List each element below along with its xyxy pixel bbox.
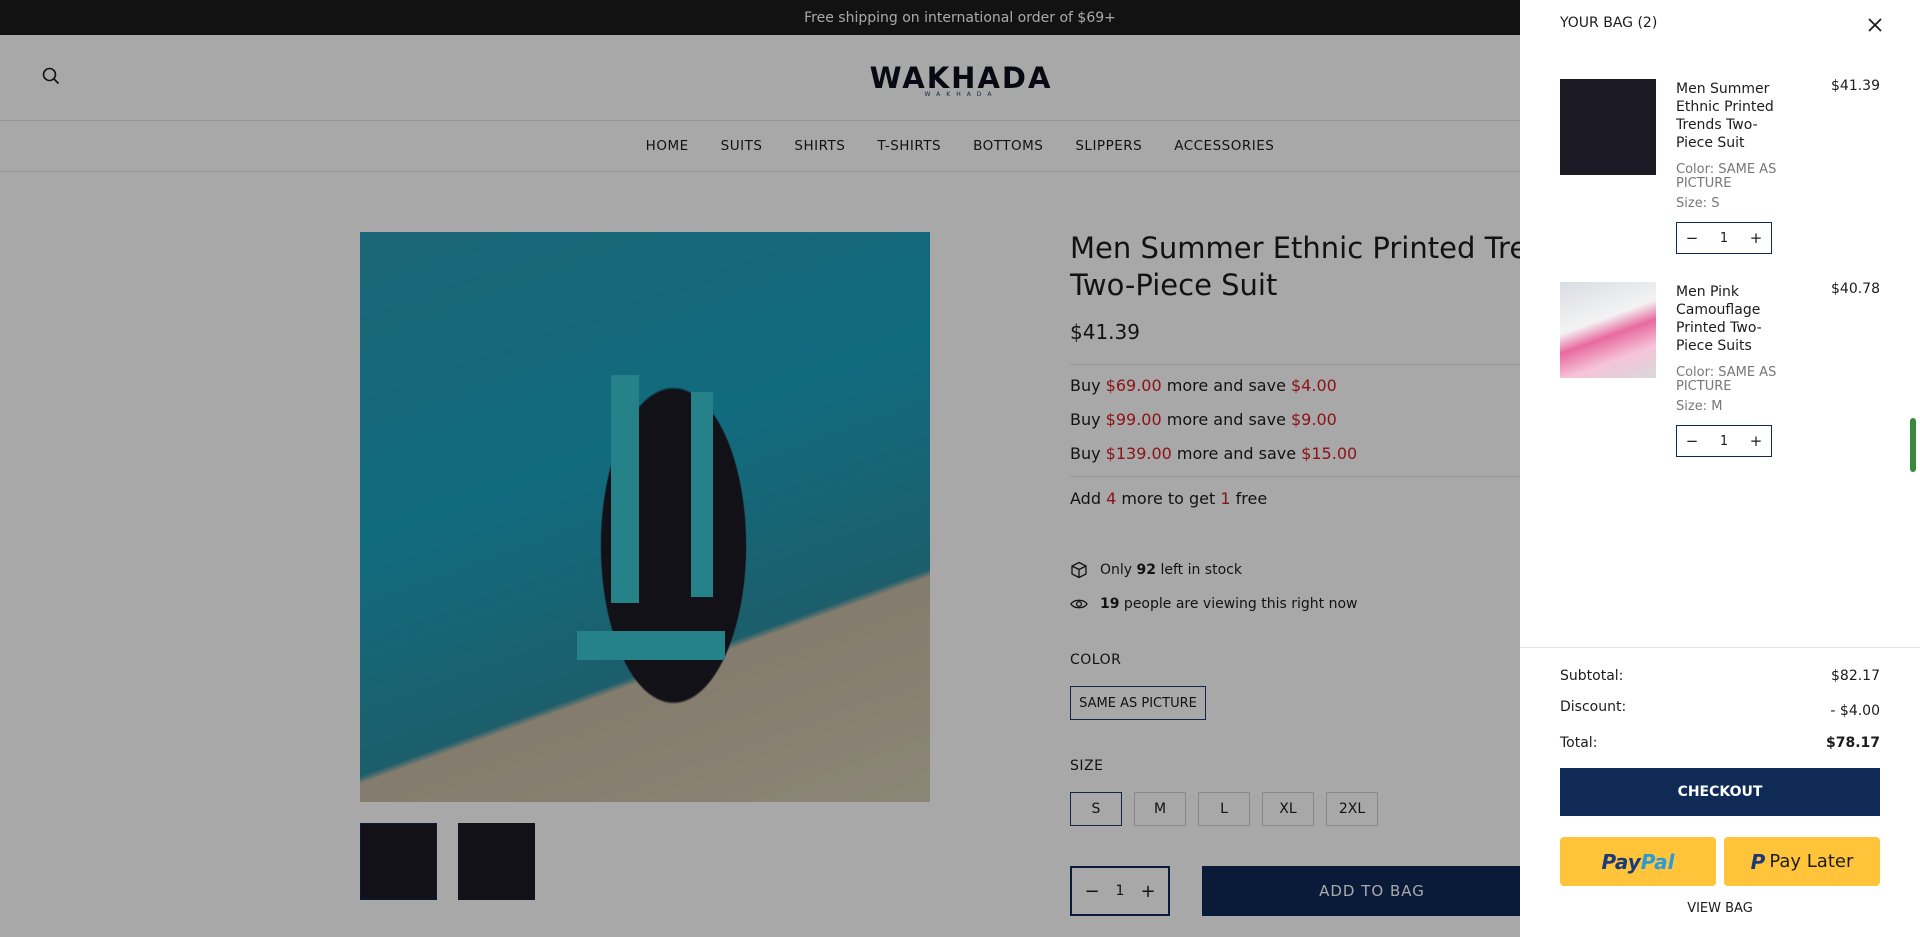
- paypal-logo: PayPal: [1601, 849, 1675, 874]
- subtotal-label: Subtotal:: [1560, 668, 1624, 684]
- close-icon[interactable]: [1864, 14, 1886, 36]
- cart-drawer: YOUR BAG (2) Men Summer Ethnic Printed T…: [1520, 0, 1920, 937]
- cart-item-color: Color: SAME AS PICTURE: [1676, 365, 1777, 394]
- total-row: Total: $78.17: [1560, 735, 1880, 751]
- cart-item-image[interactable]: [1560, 79, 1656, 175]
- cart-item-size: Size: S: [1676, 196, 1720, 211]
- subtotal-row: Subtotal: $82.17: [1560, 668, 1880, 684]
- cart-item-quantity[interactable]: 1: [1720, 231, 1728, 246]
- cart-item-price: $40.78: [1831, 281, 1880, 297]
- cart-item-quantity[interactable]: 1: [1720, 434, 1728, 449]
- paypal-p-icon: P: [1750, 849, 1766, 874]
- discount-value: - $4.00: [1830, 703, 1880, 719]
- paypal-button[interactable]: PayPal: [1560, 837, 1716, 886]
- view-bag-link[interactable]: VIEW BAG: [1560, 901, 1880, 916]
- cart-item-quantity-stepper: − 1 +: [1676, 222, 1772, 254]
- pay-later-label: Pay Later: [1769, 851, 1854, 872]
- cart-item-image[interactable]: [1560, 282, 1656, 378]
- scrollbar-thumb[interactable]: [1910, 418, 1916, 472]
- cart-item-name[interactable]: Men Summer Ethnic Printed Trends Two-Pie…: [1676, 80, 1788, 152]
- decrease-button[interactable]: −: [1683, 432, 1701, 450]
- cart-item-name[interactable]: Men Pink Camouflage Printed Two-Piece Su…: [1676, 283, 1788, 355]
- total-label: Total:: [1560, 735, 1598, 751]
- cart-summary: Subtotal: $82.17 Discount: - $4.00 Total…: [1520, 647, 1920, 937]
- drawer-backdrop[interactable]: [0, 0, 1520, 937]
- total-value: $78.17: [1825, 735, 1880, 751]
- decrease-button[interactable]: −: [1683, 229, 1701, 247]
- cart-item-color: Color: SAME AS PICTURE: [1676, 162, 1777, 191]
- checkout-button[interactable]: CHECKOUT: [1560, 768, 1880, 816]
- increase-button[interactable]: +: [1747, 432, 1765, 450]
- discount-row: Discount: - $4.00: [1560, 699, 1880, 719]
- subtotal-value: $82.17: [1831, 668, 1880, 684]
- cart-item-photo: [1560, 79, 1656, 175]
- cart-item-price: $41.39: [1831, 78, 1880, 94]
- cart-item-photo: [1560, 282, 1656, 378]
- cart-item-quantity-stepper: − 1 +: [1676, 425, 1772, 457]
- cart-item-size: Size: M: [1676, 399, 1723, 414]
- discount-label: Discount:: [1560, 699, 1627, 715]
- cart-title: YOUR BAG (2): [1560, 15, 1658, 31]
- increase-button[interactable]: +: [1747, 229, 1765, 247]
- paypal-pay-later-button[interactable]: P Pay Later: [1724, 837, 1880, 886]
